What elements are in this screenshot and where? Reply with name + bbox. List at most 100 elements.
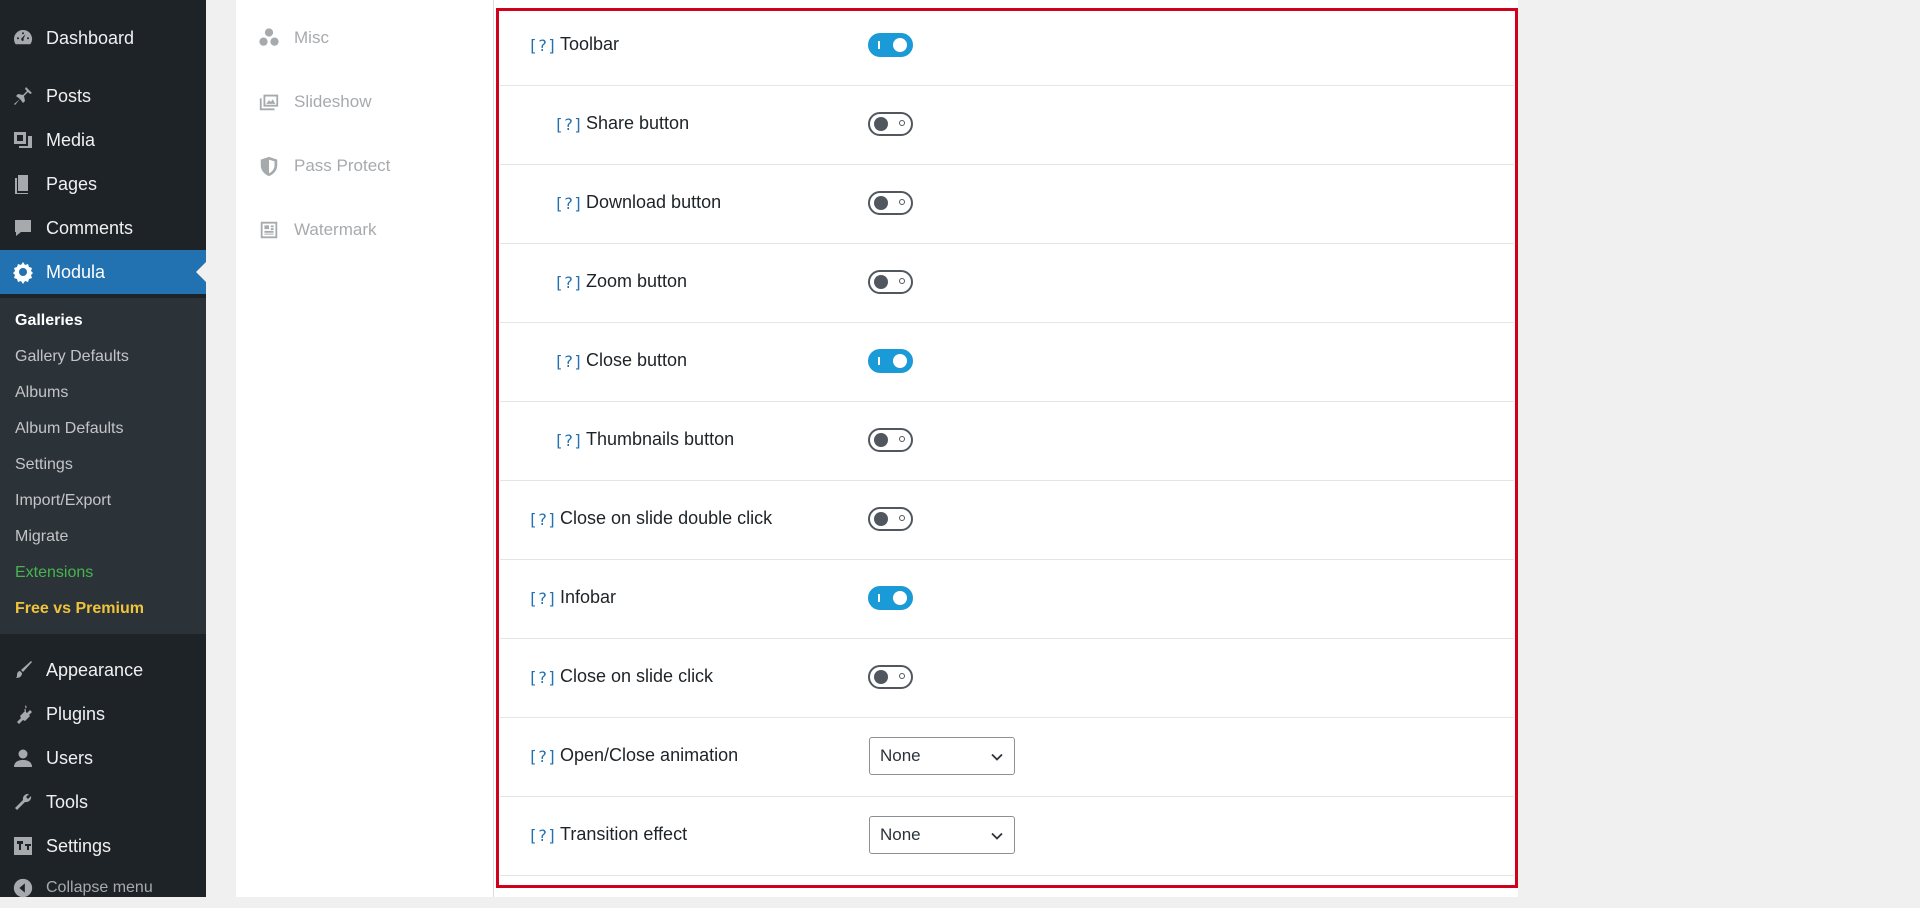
help-link[interactable]: [?]: [528, 36, 557, 55]
help-link[interactable]: [?]: [528, 510, 557, 529]
sidebar-item-label: Plugins: [46, 703, 106, 724]
toggle-knob: [893, 591, 907, 605]
sidebar-item-label: Appearance: [46, 659, 144, 680]
gear-icon: [10, 259, 36, 285]
sidebar-item-pages[interactable]: Pages: [0, 162, 206, 206]
sidebar-item-label: Media: [46, 129, 96, 150]
toggle-switch[interactable]: [868, 349, 913, 373]
chevron-down-icon: [990, 749, 1004, 763]
collapse-menu-button[interactable]: Collapse menu: [0, 868, 206, 908]
help-link[interactable]: [?]: [554, 115, 583, 134]
option-label: Zoom button: [586, 271, 688, 291]
toggle-switch[interactable]: [868, 665, 913, 689]
option-row-8: [?] Close on slide click: [500, 640, 1514, 718]
option-label: Close on slide double click: [560, 508, 773, 528]
comment-icon: [10, 215, 36, 241]
toggle-state-mark: [899, 436, 905, 442]
tab-label: Misc: [294, 28, 329, 47]
option-row-6: [?] Close on slide double click: [500, 482, 1514, 560]
sidebar-item-comments[interactable]: Comments: [0, 206, 206, 250]
submenu-item-import-export[interactable]: Import/Export: [15, 489, 111, 513]
option-row-9: [?] Open/Close animation None: [500, 719, 1514, 797]
option-row-2: [?] Download button: [500, 166, 1514, 244]
sidebar-item-modula[interactable]: Modula: [0, 250, 206, 294]
sidebar-item-label: Settings: [46, 835, 112, 856]
sidebar-item-dashboard[interactable]: Dashboard: [0, 16, 206, 60]
sidebar-item-label: Tools: [46, 791, 89, 812]
shield-icon: [256, 153, 282, 179]
submenu-item-gallery-defaults[interactable]: Gallery Defaults: [15, 345, 129, 369]
sidebar-item-label: Modula: [46, 261, 106, 282]
option-label: Close on slide click: [560, 666, 714, 686]
help-link[interactable]: [?]: [528, 747, 557, 766]
toggle-switch[interactable]: [868, 428, 913, 452]
select-value: None: [880, 746, 921, 765]
tab-misc[interactable]: Misc: [256, 22, 329, 54]
submenu-item-free-vs-premium[interactable]: Free vs Premium: [15, 597, 144, 621]
help-link[interactable]: [?]: [554, 194, 583, 213]
help-link[interactable]: [?]: [554, 352, 583, 371]
select-dropdown[interactable]: None: [869, 816, 1015, 854]
option-row-3: [?] Zoom button: [500, 245, 1514, 323]
dashboard-icon: [10, 25, 36, 51]
submenu-item-albums[interactable]: Albums: [15, 381, 68, 405]
sidebar-item-label: Pages: [46, 173, 98, 194]
circles-icon: [256, 25, 282, 51]
sidebar-item-appearance[interactable]: Appearance: [0, 648, 206, 692]
sidebar-item-users[interactable]: Users: [0, 736, 206, 780]
toggle-state-mark: [899, 515, 905, 521]
toggle-state-mark: [878, 357, 880, 365]
select-dropdown[interactable]: None: [869, 737, 1015, 775]
tab-label: Watermark: [294, 220, 377, 239]
option-row-0: [?] Toolbar: [500, 8, 1514, 86]
toggle-state-mark: [878, 594, 880, 602]
submenu-item-galleries[interactable]: Galleries: [15, 309, 83, 333]
option-row-10: [?] Transition effect None: [500, 798, 1514, 876]
sidebar-item-settings[interactable]: Settings: [0, 824, 206, 868]
sidebar-item-plugins[interactable]: Plugins: [0, 692, 206, 736]
toggle-switch[interactable]: [868, 191, 913, 215]
toggle-switch[interactable]: [868, 507, 913, 531]
sidebar-item-label: Posts: [46, 85, 92, 106]
option-row-5: [?] Thumbnails button: [500, 403, 1514, 481]
pin-icon: [10, 83, 36, 109]
toggle-knob: [874, 670, 888, 684]
sidebar-item-media[interactable]: Media: [0, 118, 206, 162]
sidebar-item-label: Users: [46, 747, 94, 768]
option-label: Infobar: [560, 587, 617, 607]
help-link[interactable]: [?]: [528, 826, 557, 845]
sidebar-item-posts[interactable]: Posts: [0, 74, 206, 118]
option-label: Transition effect: [560, 824, 688, 844]
toggle-knob: [874, 433, 888, 447]
submenu-item-migrate[interactable]: Migrate: [15, 525, 68, 549]
help-link[interactable]: [?]: [528, 589, 557, 608]
toggle-knob: [893, 38, 907, 52]
toggle-state-mark: [899, 120, 905, 126]
help-link[interactable]: [?]: [528, 668, 557, 687]
tab-slideshow[interactable]: Slideshow: [256, 86, 372, 118]
submenu-item-settings[interactable]: Settings: [15, 453, 73, 477]
help-link[interactable]: [?]: [554, 431, 583, 450]
toggle-switch[interactable]: [868, 112, 913, 136]
settings-icon: [10, 833, 36, 859]
toggle-switch[interactable]: [868, 33, 913, 57]
submenu-item-album-defaults[interactable]: Album Defaults: [15, 417, 124, 441]
help-link[interactable]: [?]: [554, 273, 583, 292]
chevron-down-icon: [990, 828, 1004, 842]
tab-watermark[interactable]: Watermark: [256, 214, 377, 246]
option-label: Open/Close animation: [560, 745, 739, 765]
option-label: Share button: [586, 113, 690, 133]
user-icon: [10, 745, 36, 771]
sidebar-item-label: Dashboard: [46, 27, 135, 48]
sidebar-item-tools[interactable]: Tools: [0, 780, 206, 824]
media-icon: [10, 127, 36, 153]
page-background: [1518, 0, 1920, 897]
toggle-switch[interactable]: [868, 270, 913, 294]
toggle-state-mark: [878, 41, 880, 49]
submenu-item-extensions[interactable]: Extensions: [15, 561, 93, 585]
toggle-switch[interactable]: [868, 586, 913, 610]
tab-pass-protect[interactable]: Pass Protect: [256, 150, 390, 182]
toggle-knob: [874, 196, 888, 210]
option-label: Close button: [586, 350, 688, 370]
option-label: Download button: [586, 192, 722, 212]
